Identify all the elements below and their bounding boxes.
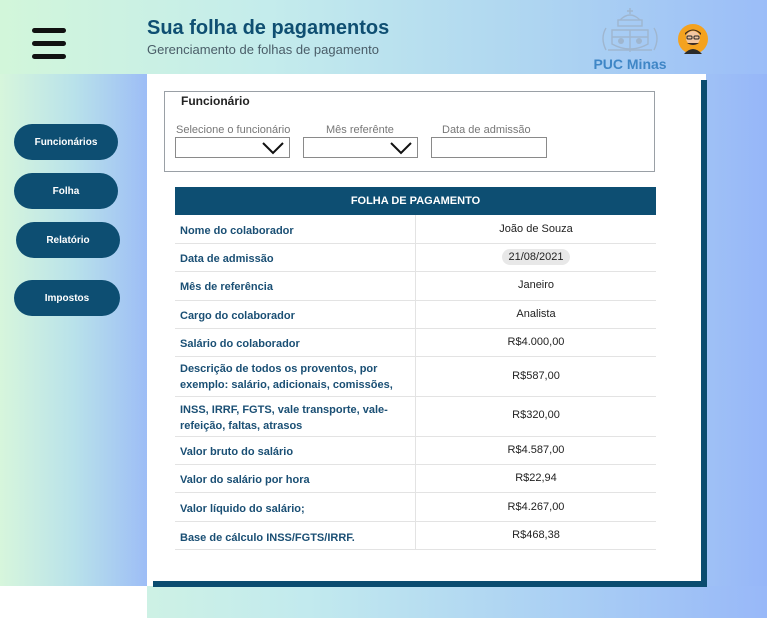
- right-background: [706, 74, 767, 586]
- table-row: Salário do colaborador R$4.000,00: [175, 329, 656, 357]
- table-row: INSS, IRRF, FGTS, vale transporte, vale-…: [175, 397, 656, 437]
- row-value: R$587,00: [512, 370, 560, 382]
- table-row: Valor bruto do salário R$4.587,00: [175, 437, 656, 465]
- row-label: Descrição de todos os proventos, por exe…: [180, 363, 393, 391]
- sidebar-item-funcionarios[interactable]: Funcionários: [14, 124, 118, 160]
- page-title: Sua folha de pagamentos: [147, 17, 390, 39]
- row-value: R$468,38: [512, 529, 560, 541]
- date-badge: 21/08/2021: [502, 249, 570, 265]
- table-row: Valor líquido do salário; R$4.267,00: [175, 493, 656, 522]
- row-label: Nome do colaborador: [180, 225, 294, 237]
- table-row: Base de cálculo INSS/FGTS/IRRF. R$468,38: [175, 522, 656, 550]
- row-label: Valor bruto do salário: [180, 446, 294, 458]
- bottom-background: [0, 586, 767, 618]
- table-row: Cargo do colaborador Analista: [175, 301, 656, 329]
- row-label: Valor líquido do salário;: [180, 503, 305, 515]
- row-value: R$320,00: [512, 409, 560, 421]
- table-row: Valor do salário por hora R$22,94: [175, 465, 656, 493]
- payroll-table-title: FOLHA DE PAGAMENTO: [175, 187, 656, 215]
- admission-date-input[interactable]: [431, 137, 547, 158]
- month-select[interactable]: [303, 137, 418, 158]
- user-avatar[interactable]: [678, 24, 708, 54]
- row-value: R$4.587,00: [507, 444, 565, 456]
- chevron-down-icon: [390, 142, 412, 155]
- row-value: Janeiro: [517, 279, 555, 291]
- row-label: Data de admissão: [180, 253, 274, 265]
- crest-icon: [602, 8, 658, 52]
- row-value: 21/08/2021: [416, 249, 656, 265]
- row-value: R$4.267,00: [507, 501, 565, 513]
- table-row: Nome do colaborador João de Souza: [175, 215, 656, 244]
- row-label: Salário do colaborador: [180, 338, 300, 350]
- row-label: Base de cálculo INSS/FGTS/IRRF.: [180, 532, 355, 544]
- employee-select[interactable]: [175, 137, 290, 158]
- row-value: Analista: [516, 308, 556, 320]
- logo-text: PUC Minas: [593, 56, 667, 72]
- page-subtitle: Gerenciamento de folhas de pagamento: [147, 42, 379, 57]
- table-row: Descrição de todos os proventos, por exe…: [175, 357, 656, 397]
- row-label: Valor do salário por hora: [180, 474, 310, 486]
- sidebar-item-impostos[interactable]: Impostos: [14, 280, 120, 316]
- puc-minas-logo: PUC Minas: [592, 6, 672, 72]
- sidebar-item-folha[interactable]: Folha: [14, 173, 118, 209]
- menu-icon[interactable]: [32, 28, 68, 62]
- filter-title: Funcionário: [181, 94, 250, 108]
- admission-date-label: Data de admissão: [442, 124, 531, 136]
- table-row: Data de admissão 21/08/2021: [175, 244, 656, 272]
- chevron-down-icon: [262, 142, 284, 155]
- row-value: R$4.000,00: [507, 336, 565, 348]
- row-label: INSS, IRRF, FGTS, vale transporte, vale-…: [180, 404, 388, 432]
- row-label: Cargo do colaborador: [180, 310, 295, 322]
- row-value: João de Souza: [499, 223, 573, 235]
- month-select-label: Mês referênte: [326, 124, 394, 136]
- row-label: Mês de referência: [180, 281, 273, 293]
- sidebar-item-relatorio[interactable]: Relatório: [16, 222, 120, 258]
- employee-select-label: Selecione o funcionário: [176, 124, 291, 136]
- table-row: Mês de referência Janeiro: [175, 272, 656, 301]
- row-value: R$22,94: [515, 472, 557, 484]
